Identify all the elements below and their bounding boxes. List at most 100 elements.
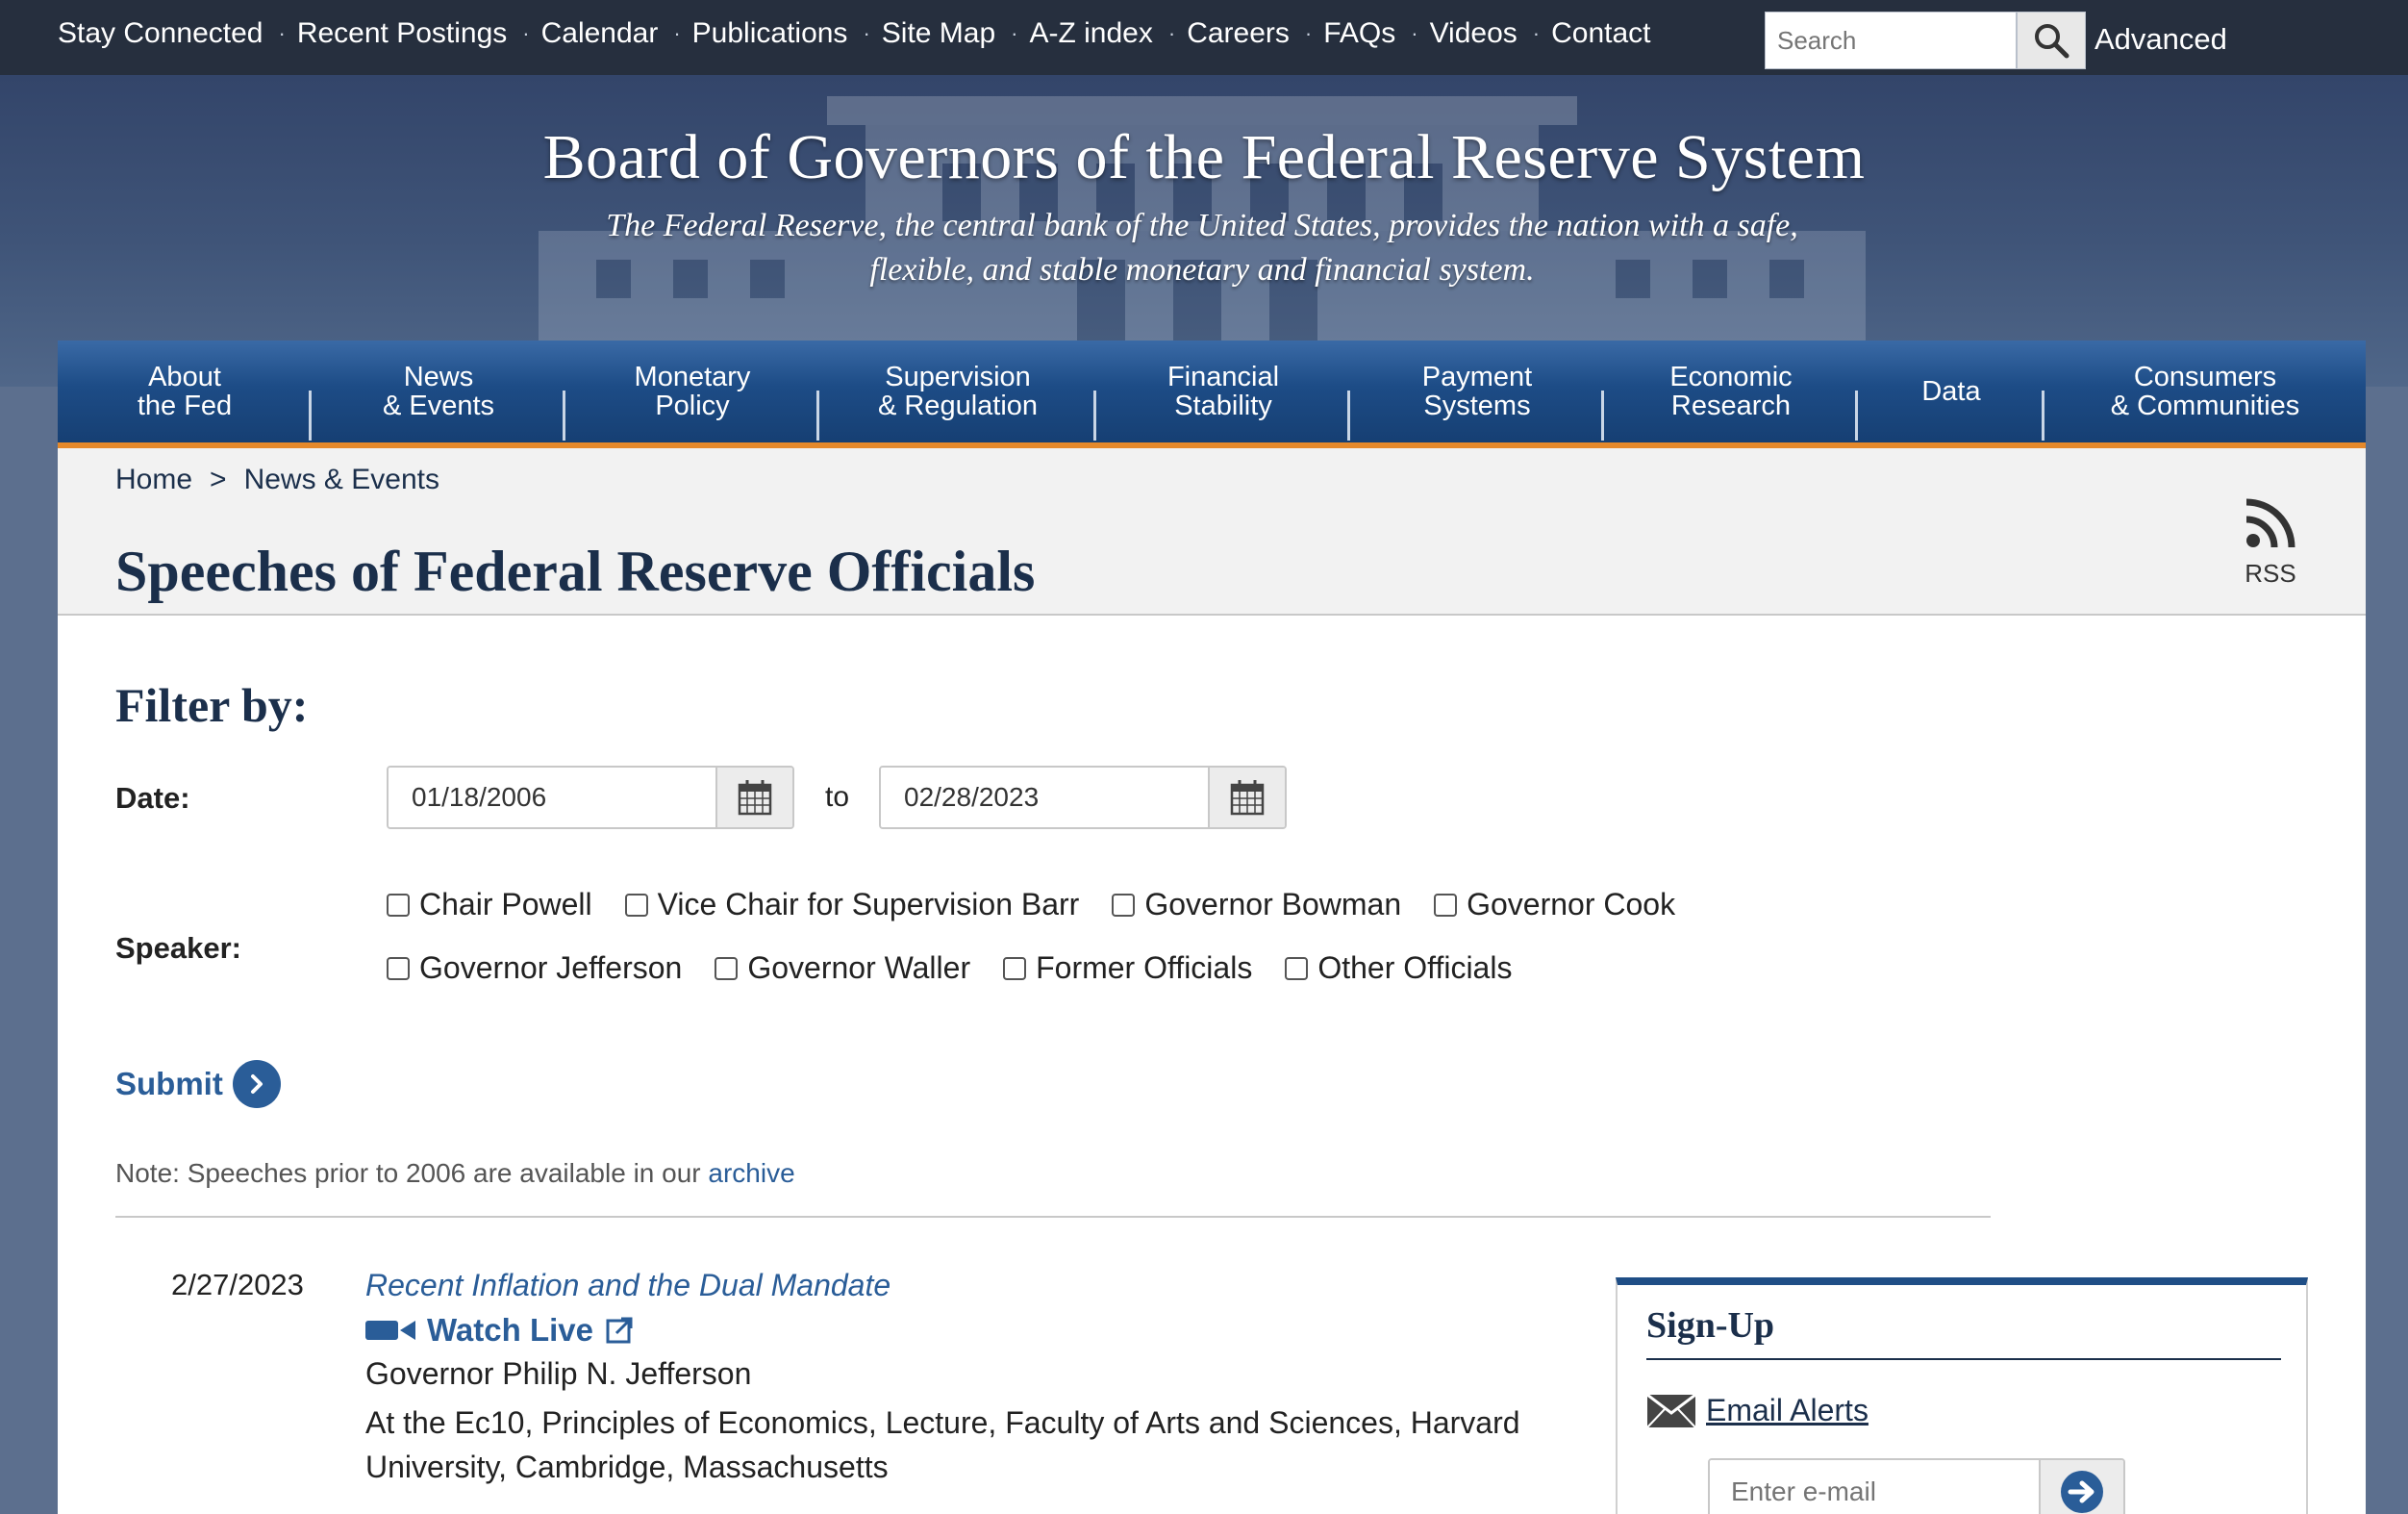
date-to-field	[879, 766, 1287, 829]
page-title: Speeches of Federal Reserve Officials	[115, 540, 1036, 603]
speaker-option-governor-waller[interactable]: Governor Waller	[715, 950, 970, 986]
checkbox-label: Other Officials	[1317, 950, 1513, 985]
speaker-option-other-officials[interactable]: Other Officials	[1285, 950, 1512, 986]
checkbox-label: Governor Cook	[1467, 887, 1676, 921]
utility-bar: Stay Connected · Recent Postings · Calen…	[0, 0, 2408, 75]
utility-separator: ·	[278, 21, 286, 45]
date-to-input[interactable]	[881, 768, 1208, 827]
title-band: Home > News & Events Speeches of Federal…	[58, 448, 2366, 616]
email-input[interactable]	[1710, 1460, 2039, 1514]
date-label: Date:	[115, 781, 190, 815]
utility-link-stay-connected[interactable]: Stay Connected	[58, 17, 263, 50]
utility-link-recent-postings[interactable]: Recent Postings	[297, 17, 507, 50]
nav-label: News & Events	[382, 362, 495, 421]
utility-link-a-z-index[interactable]: A-Z index	[1029, 17, 1152, 50]
watch-live-link[interactable]: Watch Live	[365, 1312, 634, 1349]
utility-link-careers[interactable]: Careers	[1187, 17, 1290, 50]
utility-link-contact[interactable]: Contact	[1551, 17, 1650, 50]
nav-monetary-policy[interactable]: Monetary Policy	[565, 341, 819, 442]
checkbox-label: Former Officials	[1036, 950, 1253, 985]
filter-heading: Filter by:	[115, 678, 309, 732]
breadcrumb-home[interactable]: Home	[115, 464, 192, 496]
utility-separator: ·	[863, 21, 870, 45]
envelope-icon	[1646, 1393, 1696, 1428]
speaker-option-governor-cook[interactable]: Governor Cook	[1434, 887, 1675, 922]
date-from-calendar-button[interactable]	[715, 768, 792, 827]
checkbox-label: Chair Powell	[419, 887, 592, 921]
nav-label: Supervision & Regulation	[877, 362, 1039, 421]
date-to-calendar-button[interactable]	[1208, 768, 1285, 827]
checkbox[interactable]	[387, 893, 410, 917]
rss-link[interactable]: RSS	[2227, 496, 2314, 589]
checkbox-label: Governor Waller	[747, 950, 971, 985]
nav-data[interactable]: Data	[1858, 341, 2044, 442]
checkbox[interactable]	[1112, 893, 1136, 917]
utility-separator: ·	[1304, 21, 1313, 45]
checkbox[interactable]	[1003, 956, 1027, 980]
nav-label: About the Fed	[137, 362, 233, 421]
submit-button[interactable]: Submit	[115, 1060, 281, 1108]
archive-note-text: Note: Speeches prior to 2006 are availab…	[115, 1158, 709, 1188]
checkbox[interactable]	[624, 893, 648, 917]
checkbox[interactable]	[1285, 956, 1309, 980]
breadcrumb-news-events[interactable]: News & Events	[244, 464, 439, 496]
nav-label: Data	[1921, 376, 1981, 407]
archive-link[interactable]: archive	[708, 1158, 794, 1188]
nav-supervision-regulation[interactable]: Supervision & Regulation	[819, 341, 1096, 442]
speaker-option-former-officials[interactable]: Former Officials	[1003, 950, 1252, 986]
nav-payment-systems[interactable]: Payment Systems	[1350, 341, 1604, 442]
rss-icon	[2245, 498, 2295, 548]
speaker-option-governor-bowman[interactable]: Governor Bowman	[1112, 887, 1401, 922]
checkbox-label: Vice Chair for Supervision Barr	[657, 887, 1080, 921]
calendar-icon	[1230, 780, 1265, 816]
checkbox[interactable]	[1434, 893, 1458, 917]
advanced-search-link[interactable]: Advanced	[2094, 22, 2227, 57]
utility-link-videos[interactable]: Videos	[1430, 17, 1518, 50]
divider	[115, 1216, 1991, 1218]
date-from-field	[387, 766, 794, 829]
site-title[interactable]: Board of Governors of the Federal Reserv…	[0, 121, 2408, 194]
email-submit-button[interactable]	[2039, 1460, 2123, 1514]
nav-consumers-communities[interactable]: Consumers & Communities	[2044, 341, 2366, 442]
submit-label: Submit	[115, 1066, 223, 1101]
utility-separator: ·	[1167, 21, 1176, 45]
search-button[interactable]	[2017, 12, 2086, 69]
speaker-option-chair-powell[interactable]: Chair Powell	[387, 887, 592, 922]
speech-location: At the Ec10, Principles of Economics, Le…	[365, 1405, 1520, 1484]
content-panel: Home > News & Events Speeches of Federal…	[58, 448, 2366, 1514]
email-alerts-label: Email Alerts	[1706, 1393, 1869, 1427]
utility-link-faqs[interactable]: FAQs	[1323, 17, 1395, 50]
search-icon	[2035, 24, 2069, 59]
utility-separator: ·	[1411, 21, 1418, 45]
nav-label: Monetary Policy	[634, 362, 751, 421]
signup-box: Sign-Up Email Alerts	[1616, 1277, 2308, 1514]
utility-link-site-map[interactable]: Site Map	[882, 17, 995, 50]
speech-date: 2/27/2023	[171, 1268, 304, 1301]
speaker-checkbox-row-1: Chair Powell Vice Chair for Supervision …	[387, 887, 1708, 922]
speech-speaker: Governor Philip N. Jefferson	[365, 1356, 752, 1391]
speech-title-link[interactable]: Recent Inflation and the Dual Mandate	[365, 1268, 890, 1303]
date-from-input[interactable]	[389, 768, 715, 827]
checkbox[interactable]	[387, 956, 410, 980]
nav-label: Financial Stability	[1166, 362, 1280, 421]
nav-news-events[interactable]: News & Events	[312, 341, 565, 442]
nav-label: Economic Research	[1669, 362, 1793, 421]
nav-economic-research[interactable]: Economic Research	[1604, 341, 1858, 442]
breadcrumb-separator: >	[210, 464, 227, 495]
utility-link-publications[interactable]: Publications	[692, 17, 848, 50]
signup-title: Sign-Up	[1646, 1305, 1775, 1346]
nav-about-the-fed[interactable]: About the Fed	[58, 341, 312, 442]
search-input[interactable]	[1765, 12, 2017, 69]
rss-label: RSS	[2245, 559, 2296, 588]
nav-financial-stability[interactable]: Financial Stability	[1096, 341, 1350, 442]
chevron-right-icon	[232, 1060, 281, 1108]
date-to-separator: to	[825, 781, 850, 813]
arrow-right-icon	[2061, 1471, 2103, 1513]
speaker-option-governor-jefferson[interactable]: Governor Jefferson	[387, 950, 682, 986]
checkbox[interactable]	[715, 956, 739, 980]
utility-link-calendar[interactable]: Calendar	[541, 17, 659, 50]
speaker-option-vice-chair-barr[interactable]: Vice Chair for Supervision Barr	[624, 887, 1080, 922]
nav-label: Consumers & Communities	[2110, 362, 2300, 421]
email-alerts-link[interactable]: Email Alerts	[1646, 1393, 1869, 1428]
utility-separator: ·	[673, 21, 681, 45]
